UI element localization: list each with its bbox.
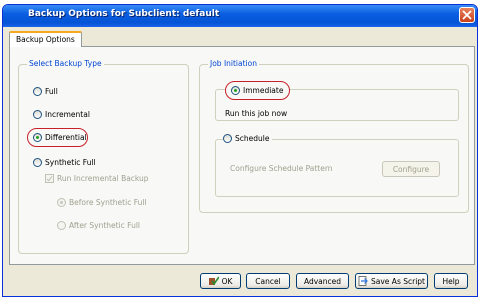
radio-before-synthetic[interactable]: Before Synthetic Full — [57, 198, 147, 207]
advanced-button[interactable]: Advanced — [296, 273, 349, 289]
radio-schedule[interactable]: Schedule — [223, 134, 273, 143]
radio-full[interactable]: Full — [33, 87, 58, 96]
job-initiation-label: Job Initiation — [208, 59, 259, 68]
job-initiation-group: Job Initiation Run this job now Immediat… — [199, 59, 469, 213]
radio-after-synthetic[interactable]: After Synthetic Full — [57, 221, 140, 230]
radio-full-label: Full — [45, 87, 58, 96]
radio-synthetic-full[interactable]: Synthetic Full — [33, 158, 96, 167]
radio-incremental[interactable]: Incremental — [33, 110, 90, 119]
close-icon — [462, 10, 472, 20]
close-button[interactable] — [459, 7, 475, 23]
advanced-label: Advanced — [303, 276, 342, 286]
radio-immediate-circle[interactable] — [231, 86, 240, 95]
schedule-box: Configure Schedule Pattern Configure — [215, 139, 459, 197]
schedule-description: Configure Schedule Pattern — [230, 164, 333, 173]
ok-label: OK — [221, 276, 233, 286]
backup-type-group: Select Backup Type Full Incremental Diff… — [18, 59, 189, 254]
radio-differential-circle[interactable] — [33, 133, 42, 142]
radio-differential-label: Differential — [45, 133, 87, 142]
run-incremental-checkbox[interactable] — [45, 174, 54, 183]
after-synthetic-label: After Synthetic Full — [69, 221, 141, 230]
radio-immediate-label: Immediate — [243, 86, 284, 95]
radio-synthetic-full-label: Synthetic Full — [45, 158, 96, 167]
cancel-button[interactable]: Cancel — [246, 273, 290, 289]
cancel-label: Cancel — [255, 276, 281, 286]
tab-backup-options[interactable]: Backup Options — [9, 31, 82, 47]
backup-options-dialog: Backup Options for Subclient: default Ba… — [2, 4, 478, 297]
radio-differential[interactable]: Differential — [33, 133, 87, 142]
radio-before-synthetic-circle[interactable] — [57, 198, 66, 207]
help-label: Help — [442, 276, 460, 286]
check-run-incremental[interactable]: Run Incremental Backup — [45, 174, 149, 183]
radio-after-synthetic-circle[interactable] — [57, 221, 66, 230]
ok-button[interactable]: OK — [200, 273, 241, 289]
help-button[interactable]: Help — [434, 273, 468, 289]
title-bar: Backup Options for Subclient: default — [3, 5, 477, 27]
radio-schedule-label: Schedule — [235, 134, 270, 143]
radio-incremental-circle[interactable] — [33, 110, 42, 119]
configure-button-label: Configure — [392, 164, 430, 174]
save-as-script-button[interactable]: Save As Script — [355, 273, 428, 289]
window-title: Backup Options for Subclient: default — [28, 9, 220, 19]
run-incremental-label: Run Incremental Backup — [57, 174, 149, 183]
save-as-script-label: Save As Script — [371, 276, 425, 286]
tab-panel: Select Backup Type Full Incremental Diff… — [9, 46, 475, 265]
radio-full-circle[interactable] — [33, 87, 42, 96]
ok-icon — [208, 276, 219, 286]
immediate-description: Run this job now — [225, 109, 288, 118]
configure-button[interactable]: Configure — [382, 161, 440, 177]
backup-type-label: Select Backup Type — [27, 59, 104, 68]
radio-incremental-label: Incremental — [45, 110, 90, 119]
radio-synthetic-full-circle[interactable] — [33, 158, 42, 167]
radio-immediate[interactable]: Immediate — [231, 86, 283, 95]
radio-schedule-circle[interactable] — [223, 134, 232, 143]
save-script-icon — [358, 276, 368, 286]
before-synthetic-label: Before Synthetic Full — [69, 198, 147, 207]
